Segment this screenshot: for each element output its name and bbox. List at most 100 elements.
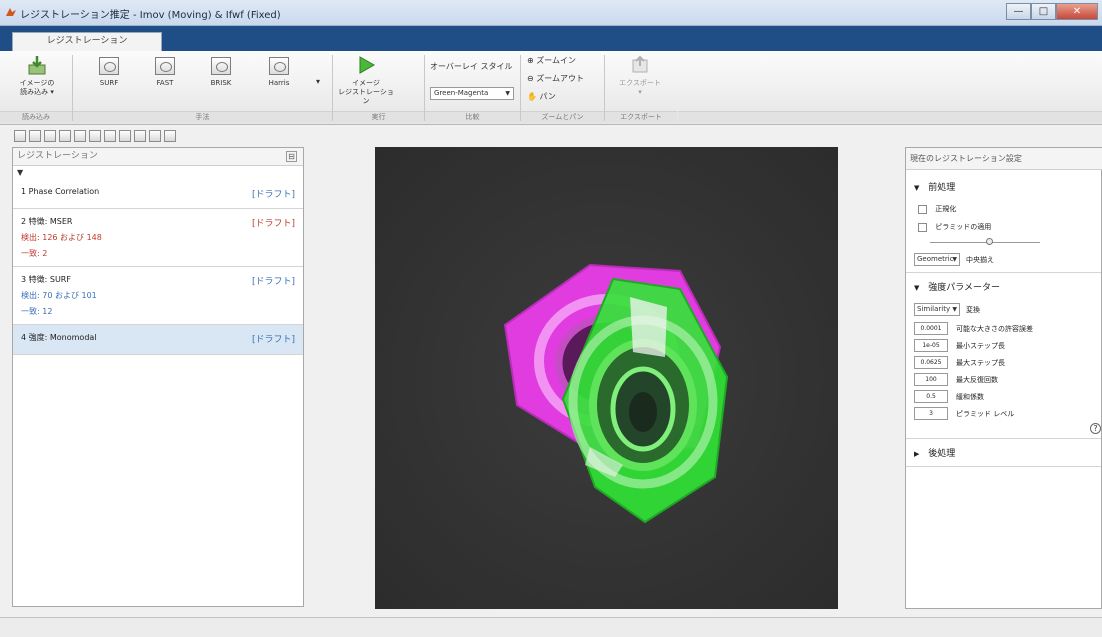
- checkbox-box: [918, 222, 927, 232]
- pan-button[interactable]: ✋ パン: [527, 91, 556, 102]
- zoom-out-label: ズームアウト: [536, 74, 585, 83]
- step-draft-badge: [ドラフト]: [251, 277, 295, 287]
- chevron-down-icon: ▼: [505, 90, 510, 97]
- move-down-icon[interactable]: [89, 130, 101, 142]
- intensity-params-label: 強度パラメーター: [928, 283, 1000, 293]
- export-label: エクスポート: [619, 79, 661, 87]
- export-chevron-icon: ▾: [638, 88, 642, 96]
- settings-icon[interactable]: [164, 130, 176, 142]
- overlay-style-dropdown[interactable]: Green-Magenta ▼: [430, 87, 514, 100]
- pyramid-checkbox[interactable]: ピラミッドの適用: [918, 222, 991, 232]
- register-images-button[interactable]: イメージ レジストレーション: [336, 55, 396, 106]
- status-bar: [0, 617, 1102, 637]
- registration-step-1[interactable]: 1 Phase Correlation [ドラフト]: [13, 180, 303, 209]
- registration-step-4[interactable]: 4 強度: Monomodal [ドラフト]: [13, 325, 303, 355]
- preprocess-section-header[interactable]: ▼ 前処理: [914, 180, 955, 193]
- chevron-down-icon: ▼: [952, 256, 957, 263]
- tab-registration[interactable]: レジストレーション: [12, 32, 162, 51]
- registration-list-header: レジストレーション ⊟: [13, 148, 303, 166]
- chevron-down-icon: ▼: [952, 306, 957, 313]
- matlab-logo-icon: [6, 8, 16, 16]
- surf-button[interactable]: SURF: [94, 57, 124, 88]
- pyramid-slider-handle[interactable]: [986, 238, 993, 245]
- load-images-label-2: 読み込み ▾: [20, 88, 54, 96]
- help-icon[interactable]: ?: [1090, 423, 1101, 434]
- load-images-label-1: イメージの: [19, 79, 55, 87]
- maximize-button[interactable]: □: [1031, 3, 1056, 20]
- step-draft-badge: [ドラフト]: [251, 190, 295, 200]
- list-expand-arrow-icon[interactable]: ▼: [17, 168, 23, 177]
- registration-list-toolbar: [14, 130, 176, 144]
- transform-type-label: 変換: [966, 306, 980, 314]
- collapse-icon[interactable]: ⊟: [286, 151, 297, 162]
- new-icon[interactable]: [14, 130, 26, 142]
- register-label-1: イメージ: [352, 79, 380, 87]
- ribbon-group-footer: 比較: [425, 111, 520, 123]
- normalize-checkbox[interactable]: 正規化: [918, 204, 956, 214]
- undo-icon[interactable]: [104, 130, 116, 142]
- delete-icon[interactable]: [59, 130, 71, 142]
- zoom-in-icon: ⊕: [527, 56, 534, 65]
- ribbon-toolbar: イメージの 読み込み ▾ SURF FAST BRISK Harris ▾ イメ…: [0, 51, 1102, 125]
- gradient-tolerance-input[interactable]: 0.0001: [914, 322, 948, 335]
- refresh-icon[interactable]: [149, 130, 161, 142]
- settings-panel-title: 現在のレジストレーション設定: [906, 148, 1102, 170]
- redo-icon[interactable]: [119, 130, 131, 142]
- window-controls: — □ ✕: [1006, 3, 1098, 21]
- zoom-out-icon: ⊖: [527, 74, 534, 83]
- pan-label: パン: [539, 92, 556, 101]
- ribbon-group-footer: ズームとパン: [521, 111, 604, 123]
- close-button[interactable]: ✕: [1056, 3, 1098, 20]
- current-registration-settings-panel: 現在のレジストレーション設定 ▼ 前処理 正規化 ピラミッドの適用 Geomet…: [905, 147, 1102, 609]
- zoom-out-button[interactable]: ⊖ ズームアウト: [527, 73, 584, 84]
- expand-triangle-icon: ▼: [914, 184, 920, 192]
- param-label: 最大ステップ長: [956, 359, 1005, 367]
- more-methods-icon[interactable]: ▾: [316, 77, 320, 86]
- expand-triangle-icon: ▼: [914, 284, 920, 292]
- zoom-in-label: ズームイン: [536, 56, 577, 65]
- zoom-in-button[interactable]: ⊕ ズームイン: [527, 55, 576, 66]
- brisk-button[interactable]: BRISK: [206, 57, 236, 88]
- param-label: 緩和係数: [956, 393, 984, 401]
- initialize-method-dropdown[interactable]: Geometric ▼: [914, 253, 960, 266]
- step-matched-count: 一致: 2: [21, 249, 48, 258]
- minimize-button[interactable]: —: [1006, 3, 1031, 20]
- fast-feature-icon: [155, 57, 175, 75]
- overlay-style-label: オーバーレイ スタイル: [430, 62, 513, 71]
- min-step-length-input[interactable]: 1e-05: [914, 339, 948, 352]
- transform-type-dropdown[interactable]: Similarity ▼: [914, 303, 960, 316]
- run-play-icon: [359, 56, 376, 74]
- max-step-length-input[interactable]: 0.0625: [914, 356, 948, 369]
- ribbon-group-footer: 読み込み: [0, 111, 72, 123]
- load-images-button[interactable]: イメージの 読み込み ▾: [10, 55, 64, 97]
- section-divider: [906, 438, 1101, 439]
- registration-overlay-image[interactable]: [375, 147, 838, 609]
- step-draft-badge: [ドラフト]: [251, 335, 295, 345]
- move-up-icon[interactable]: [74, 130, 86, 142]
- window-title: レジストレーション推定 - Imov (Moving) & Ifwf (Fixe…: [20, 10, 281, 21]
- checkbox-box: [918, 204, 927, 214]
- pyramid-slider-track[interactable]: [930, 242, 1040, 243]
- load-images-icon: [28, 56, 46, 75]
- harris-label: Harris: [268, 79, 290, 87]
- relaxation-factor-input[interactable]: 0.5: [914, 390, 948, 403]
- harris-button[interactable]: Harris: [262, 57, 296, 88]
- pan-hand-icon: ✋: [527, 92, 537, 101]
- harris-feature-icon: [269, 57, 289, 75]
- copy-icon[interactable]: [29, 130, 41, 142]
- pyramid-levels-input[interactable]: 3: [914, 407, 948, 420]
- intensity-params-section-header[interactable]: ▼ 強度パラメーター: [914, 280, 1000, 293]
- postprocess-section-header[interactable]: ▶ 後処理: [914, 446, 955, 459]
- paste-icon[interactable]: [44, 130, 56, 142]
- max-iterations-input[interactable]: 100: [914, 373, 948, 386]
- surf-feature-icon: [99, 57, 119, 75]
- registration-step-2[interactable]: 2 特徴: MSER [ドラフト] 検出: 126 および 148 一致: 2: [13, 209, 303, 267]
- fast-button[interactable]: FAST: [150, 57, 180, 88]
- step-detected-count: 検出: 70 および 101: [21, 291, 97, 300]
- surf-label: SURF: [99, 79, 119, 87]
- registration-list-panel: レジストレーション ⊟ ▼ 1 Phase Correlation [ドラフト]…: [12, 147, 304, 607]
- export-button[interactable]: エクスポート ▾: [608, 55, 672, 97]
- expand-icon[interactable]: [134, 130, 146, 142]
- registration-step-3[interactable]: 3 特徴: SURF [ドラフト] 検出: 70 および 101 一致: 12: [13, 267, 303, 325]
- overlay-nut-image: [375, 147, 838, 609]
